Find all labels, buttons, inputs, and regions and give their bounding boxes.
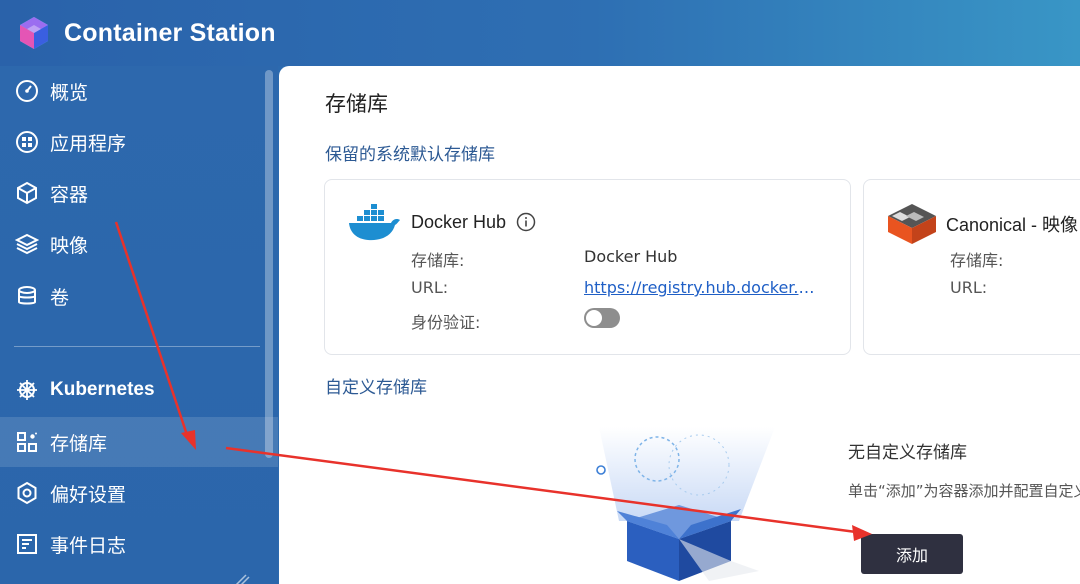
repo-label: 存储库: — [950, 251, 1004, 270]
card-title: Docker Hub — [411, 211, 507, 232]
toggle-knob — [586, 310, 602, 326]
repo-value: Docker Hub — [584, 247, 678, 266]
sidebar-item-label: 卷 — [50, 286, 70, 309]
database-icon — [14, 283, 40, 309]
registry-icon — [14, 429, 40, 455]
empty-box-illustration — [596, 427, 775, 581]
sidebar-item-label: 容器 — [50, 183, 89, 206]
sidebar-item-kubernetes[interactable]: Kubernetes — [0, 365, 278, 415]
reserved-section-title: 保留的系统默认存储库 — [325, 145, 495, 165]
sidebar-item-label: 映像 — [50, 234, 89, 257]
sidebar-item-event-log[interactable]: 事件日志 — [0, 519, 278, 569]
cube-icon — [14, 180, 40, 206]
registry-card-docker-hub[interactable]: Docker Hub 存储库: Docker Hub URL: https://… — [324, 179, 851, 355]
auth-toggle[interactable] — [584, 308, 620, 328]
layers-icon — [14, 231, 40, 257]
empty-state-title: 无自定义存储库 — [848, 443, 967, 463]
sidebar-item-label: 存储库 — [50, 432, 108, 455]
sidebar-divider — [14, 346, 260, 347]
url-label: URL: — [950, 278, 988, 297]
title-bar: Container Station — [0, 0, 1080, 66]
page-title: 存储库 — [325, 92, 388, 116]
info-icon[interactable] — [516, 212, 536, 232]
settings-icon — [14, 480, 40, 506]
app-window: Container Station 概览 应用程序 容器 映像 卷 Kubern… — [0, 0, 1080, 584]
sidebar-item-registry[interactable]: 存储库 — [0, 417, 278, 467]
sidebar-item-volumes[interactable]: 卷 — [0, 271, 278, 321]
resize-grip-icon[interactable] — [232, 572, 250, 584]
apps-icon — [14, 129, 40, 155]
add-registry-button[interactable]: 添加 — [861, 534, 963, 574]
app-title: Container Station — [64, 18, 276, 47]
card-title: Canonical - 映像 — [946, 215, 1079, 235]
auth-label: 身份验证: — [411, 313, 481, 332]
card-header: Canonical - 映像 — [886, 202, 1078, 246]
sidebar-item-containers[interactable]: 容器 — [0, 168, 278, 218]
canonical-lxd-icon — [888, 204, 936, 244]
gauge-icon — [14, 78, 40, 104]
container-station-logo-icon — [20, 17, 48, 49]
sidebar-item-preferences[interactable]: 偏好设置 — [0, 468, 278, 518]
sidebar-item-label: 概览 — [50, 81, 89, 104]
card-header: Docker Hub — [347, 202, 536, 242]
empty-state-description: 单击“添加”为容器添加并配置自定义存储库。 — [848, 482, 1080, 500]
sidebar-item-label: 偏好设置 — [50, 483, 127, 506]
custom-section-title: 自定义存储库 — [325, 378, 427, 398]
log-icon — [14, 531, 40, 557]
helm-icon — [14, 377, 40, 403]
sidebar-item-images[interactable]: 映像 — [0, 219, 278, 269]
sidebar-item-apps[interactable]: 应用程序 — [0, 117, 278, 167]
repo-label: 存储库: — [411, 251, 465, 270]
sidebar-scrollbar[interactable] — [265, 70, 273, 458]
registry-card-canonical[interactable]: Canonical - 映像 存储库: URL: — [863, 179, 1080, 355]
sidebar-item-label: Kubernetes — [50, 379, 155, 400]
sidebar-item-label: 事件日志 — [50, 534, 127, 557]
main-panel: 存储库 保留的系统默认存储库 Docker Hub 存储库: Docker Hu… — [279, 66, 1080, 584]
sidebar-item-overview[interactable]: 概览 — [0, 66, 278, 116]
docker-whale-icon — [349, 204, 400, 241]
sidebar: 概览 应用程序 容器 映像 卷 Kubernetes 存储库 偏好设置 事件日志 — [0, 66, 278, 584]
url-link[interactable]: https://registry.hub.docker.com — [584, 278, 816, 297]
sidebar-item-label: 应用程序 — [50, 132, 127, 155]
url-label: URL: — [411, 278, 449, 297]
